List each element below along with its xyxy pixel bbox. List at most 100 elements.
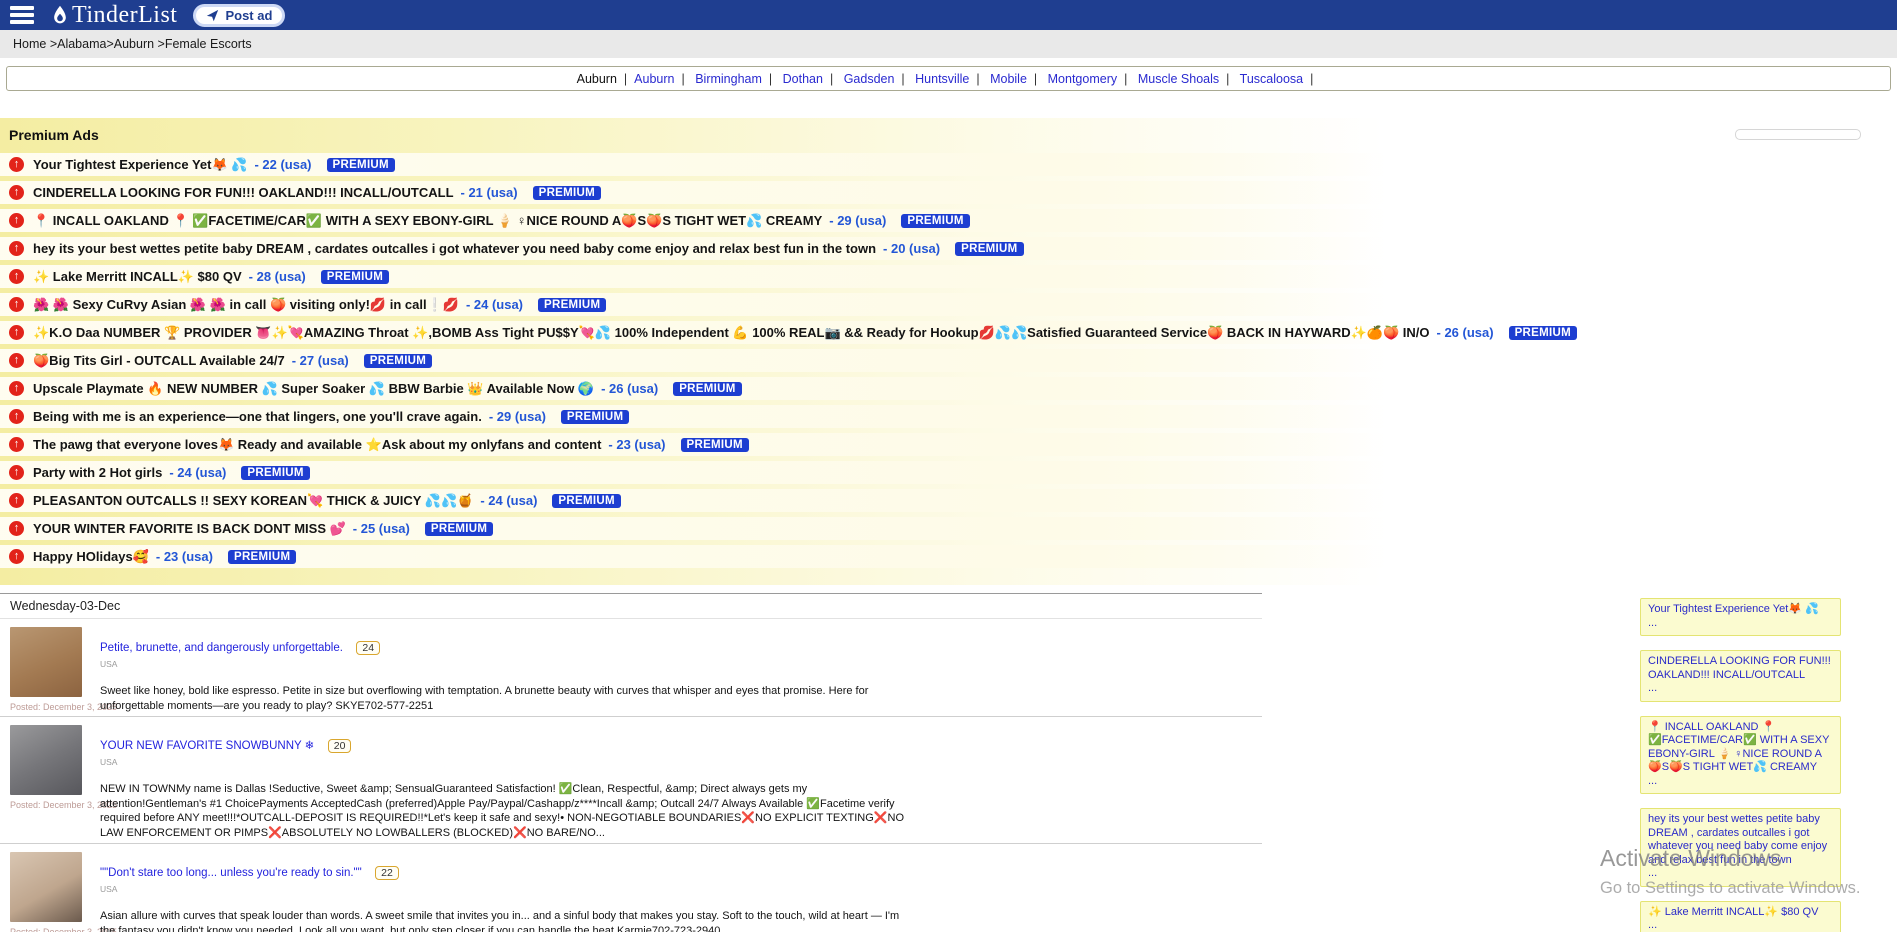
premium-ads-list: Your Tightest Experience Yet🦊 💦 - 22 (us…	[0, 153, 1897, 568]
premium-ad-age-region: - 24 (usa)	[466, 297, 523, 312]
premium-ad-age-region: - 27 (usa)	[292, 353, 349, 368]
brand-name: TinderList	[72, 2, 177, 29]
hamburger-menu-icon[interactable]	[10, 6, 34, 24]
bump-arrow-icon	[9, 269, 24, 284]
top-navigation-bar: TinderList Post ad	[0, 0, 1897, 30]
city-link[interactable]: Tuscaloosa	[1240, 72, 1303, 86]
listing-posted-date: Posted: December 3, 2025	[10, 800, 92, 810]
premium-ad-age-region: - 21 (usa)	[461, 185, 518, 200]
city-link[interactable]: Birmingham	[695, 72, 762, 86]
sidebar-premium-box[interactable]: 📍 INCALL OAKLAND 📍 ✅FACETIME/CAR✅ WITH A…	[1640, 716, 1841, 795]
breadcrumb-bar: Home >Alabama>Auburn >Female Escorts	[0, 30, 1897, 58]
premium-ad-row[interactable]: Being with me is an experience—one that …	[0, 405, 1897, 428]
premium-ad-title[interactable]: YOUR WINTER FAVORITE IS BACK DONT MISS 💕	[33, 521, 346, 537]
premium-ad-row[interactable]: 📍 INCALL OAKLAND 📍 ✅FACETIME/CAR✅ WITH A…	[0, 209, 1897, 232]
premium-ad-title[interactable]: 🌺 🌺 Sexy CuRvy Asian 🌺 🌺 in call 🍑 visit…	[33, 297, 459, 313]
premium-ad-row[interactable]: The pawg that everyone loves🦊 Ready and …	[0, 433, 1897, 456]
premium-ad-age-region: - 20 (usa)	[883, 241, 940, 256]
premium-ad-row[interactable]: ✨ Lake Merritt INCALL✨ $80 QV - 28 (usa)…	[0, 265, 1897, 288]
listing-thumbnail[interactable]	[10, 725, 82, 795]
premium-ad-row[interactable]: 🍑Big Tits Girl - OUTCALL Available 24/7 …	[0, 349, 1897, 372]
premium-ad-row[interactable]: CINDERELLA LOOKING FOR FUN!!! OAKLAND!!!…	[0, 181, 1897, 204]
sidebar-premium-box[interactable]: Your Tightest Experience Yet🦊 💦 ...	[1640, 598, 1841, 636]
premium-ad-title[interactable]: Upscale Playmate 🔥 NEW NUMBER 💦 Super So…	[33, 381, 594, 397]
bump-arrow-icon	[9, 549, 24, 564]
premium-ad-row[interactable]: YOUR WINTER FAVORITE IS BACK DONT MISS 💕…	[0, 517, 1897, 540]
premium-badge: PREMIUM	[1509, 326, 1577, 340]
listing-country: USA	[100, 757, 915, 767]
premium-ad-title[interactable]: hey its your best wettes petite baby DRE…	[33, 241, 876, 256]
premium-ads-heading: Premium Ads	[0, 123, 1897, 147]
listing-description: Sweet like honey, bold like espresso. Pe…	[100, 684, 915, 713]
listing-thumbnail[interactable]	[10, 852, 82, 922]
sidebar-premium-box[interactable]: hey its your best wettes petite baby DRE…	[1640, 808, 1841, 887]
flame-icon	[50, 4, 70, 26]
premium-ad-title[interactable]: The pawg that everyone loves🦊 Ready and …	[33, 437, 601, 453]
sidebar-premium-title[interactable]: 📍 INCALL OAKLAND 📍 ✅FACETIME/CAR✅ WITH A…	[1648, 721, 1829, 774]
premium-ad-title[interactable]: CINDERELLA LOOKING FOR FUN!!! OAKLAND!!!…	[33, 185, 454, 200]
city-link[interactable]: Muscle Shoals	[1138, 72, 1219, 86]
premium-ad-row[interactable]: Party with 2 Hot girls - 24 (usa) PREMIU…	[0, 461, 1897, 484]
city-link[interactable]: Dothan	[783, 72, 823, 86]
premium-ad-title[interactable]: ✨ Lake Merritt INCALL✨ $80 QV	[33, 269, 242, 285]
premium-badge: PREMIUM	[538, 298, 606, 312]
bump-arrow-icon	[9, 241, 24, 256]
premium-ad-title[interactable]: ✨K.O Daa NUMBER 🏆 PROVIDER 👅✨💘AMAZING Th…	[33, 325, 1430, 341]
city-link[interactable]: Huntsville	[915, 72, 969, 86]
premium-ad-title[interactable]: Happy HOlidays🥰	[33, 549, 149, 565]
bump-arrow-icon	[9, 381, 24, 396]
sidebar-premium-title[interactable]: ✨ Lake Merritt INCALL✨ $80 QV	[1648, 906, 1818, 918]
bump-arrow-icon	[9, 353, 24, 368]
empty-ad-placeholder	[1735, 129, 1861, 140]
listing-country: USA	[100, 884, 915, 894]
premium-ad-title[interactable]: PLEASANTON OUTCALLS !! SEXY KOREAN💘 THIC…	[33, 493, 473, 509]
listing-description: NEW IN TOWNMy name is Dallas !Seductive,…	[100, 782, 915, 840]
sidebar-premium-box[interactable]: CINDERELLA LOOKING FOR FUN!!! OAKLAND!!!…	[1640, 650, 1841, 702]
listing-row: Posted: December 3, 2025 Petite, brunett…	[0, 619, 1262, 717]
city-link[interactable]: Montgomery	[1048, 72, 1117, 86]
premium-ad-age-region: - 24 (usa)	[169, 465, 226, 480]
listing-title-link[interactable]: Petite, brunette, and dangerously unforg…	[100, 642, 343, 654]
bump-arrow-icon	[9, 437, 24, 452]
premium-badge: PREMIUM	[327, 158, 395, 172]
premium-ad-age-region: - 26 (usa)	[1437, 325, 1494, 340]
bump-arrow-icon	[9, 493, 24, 508]
premium-ad-row[interactable]: PLEASANTON OUTCALLS !! SEXY KOREAN💘 THIC…	[0, 489, 1897, 512]
premium-ad-row[interactable]: ✨K.O Daa NUMBER 🏆 PROVIDER 👅✨💘AMAZING Th…	[0, 321, 1897, 344]
breadcrumb[interactable]: Home >Alabama>Auburn >Female Escorts	[13, 37, 252, 51]
bump-arrow-icon	[9, 521, 24, 536]
city-link[interactable]: Mobile	[990, 72, 1027, 86]
sidebar-premium-title[interactable]: hey its your best wettes petite baby DRE…	[1648, 813, 1827, 866]
bump-arrow-icon	[9, 325, 24, 340]
premium-ad-age-region: - 29 (usa)	[829, 213, 886, 228]
listing-posted-date: Posted: December 3, 2025	[10, 702, 92, 712]
sidebar-ellipsis: ...	[1648, 682, 1833, 696]
premium-ad-title[interactable]: Party with 2 Hot girls	[33, 465, 162, 480]
listing-thumbnail[interactable]	[10, 627, 82, 697]
premium-badge: PREMIUM	[533, 186, 601, 200]
post-ad-button[interactable]: Post ad	[193, 4, 285, 27]
premium-ad-title[interactable]: Your Tightest Experience Yet🦊 💦	[33, 157, 247, 173]
bump-arrow-icon	[9, 157, 24, 172]
sidebar-premium-title[interactable]: Your Tightest Experience Yet🦊 💦	[1648, 603, 1819, 615]
listing-posted-date: Posted: December 3, 2025	[10, 927, 92, 932]
bump-arrow-icon	[9, 213, 24, 228]
premium-ad-title[interactable]: Being with me is an experience—one that …	[33, 409, 482, 424]
premium-ad-row[interactable]: 🌺 🌺 Sexy CuRvy Asian 🌺 🌺 in call 🍑 visit…	[0, 293, 1897, 316]
listing-title-link[interactable]: YOUR NEW FAVORITE SNOWBUNNY ❄	[100, 740, 314, 752]
sidebar-premium-box[interactable]: ✨ Lake Merritt INCALL✨ $80 QV ...	[1640, 901, 1841, 932]
send-icon	[206, 9, 219, 22]
listing-age-badge: 20	[328, 739, 352, 753]
city-link[interactable]: Auburn	[634, 72, 674, 86]
listing-row: Posted: December 3, 2025 YOUR NEW FAVORI…	[0, 717, 1262, 844]
premium-ad-row[interactable]: Happy HOlidays🥰 - 23 (usa) PREMIUM	[0, 545, 1897, 568]
sidebar-premium-title[interactable]: CINDERELLA LOOKING FOR FUN!!! OAKLAND!!!…	[1648, 655, 1831, 681]
city-link[interactable]: Gadsden	[844, 72, 895, 86]
premium-ad-row[interactable]: Your Tightest Experience Yet🦊 💦 - 22 (us…	[0, 153, 1897, 176]
premium-ad-row[interactable]: hey its your best wettes petite baby DRE…	[0, 237, 1897, 260]
brand-logo[interactable]: TinderList	[50, 2, 177, 29]
listing-title-link[interactable]: ""Don't stare too long... unless you're …	[100, 867, 362, 879]
premium-ad-title[interactable]: 🍑Big Tits Girl - OUTCALL Available 24/7	[33, 353, 285, 369]
premium-ad-title[interactable]: 📍 INCALL OAKLAND 📍 ✅FACETIME/CAR✅ WITH A…	[33, 213, 822, 229]
premium-ad-row[interactable]: Upscale Playmate 🔥 NEW NUMBER 💦 Super So…	[0, 377, 1897, 400]
